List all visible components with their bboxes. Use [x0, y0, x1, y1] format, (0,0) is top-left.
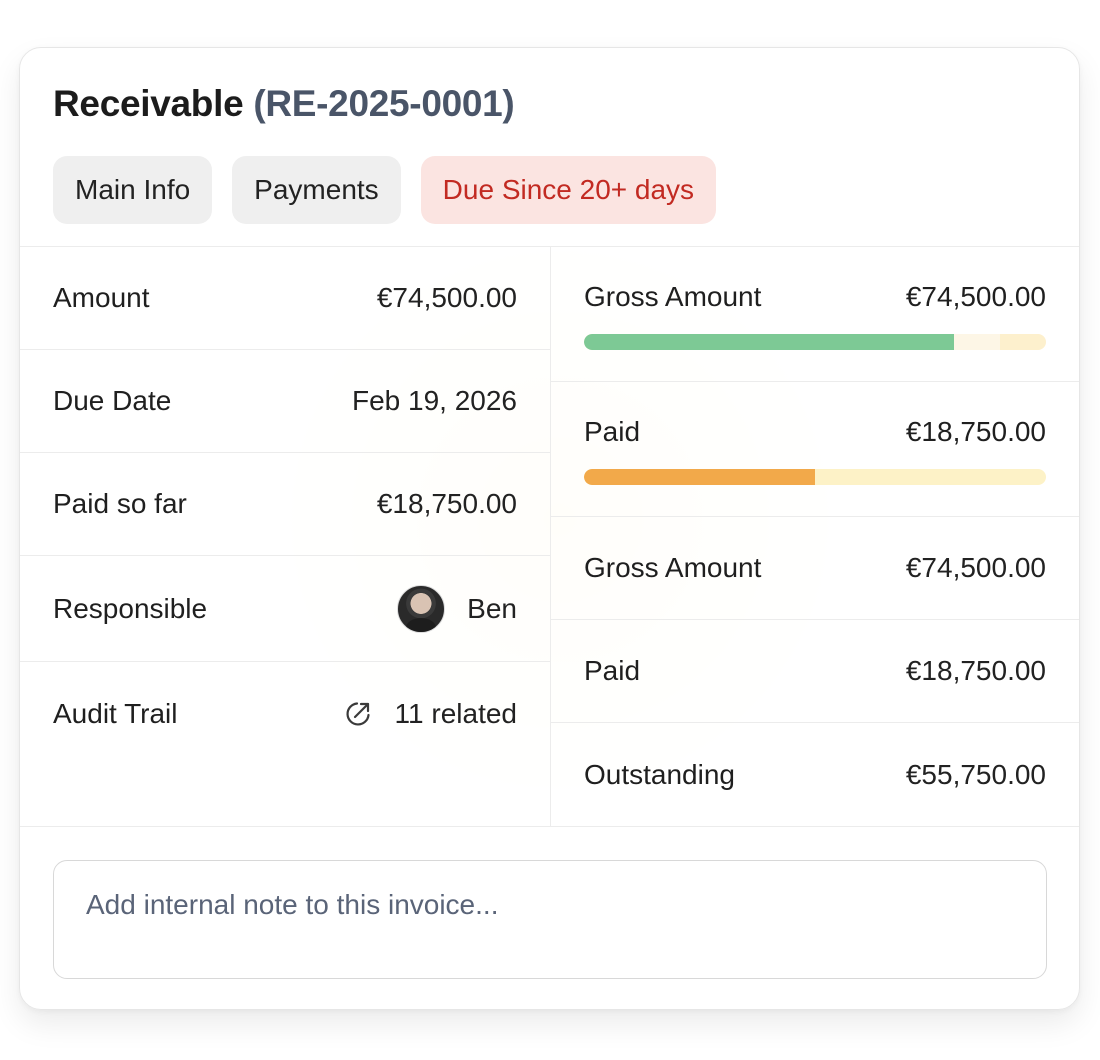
- gross-progress-secondary: [953, 334, 1000, 350]
- gross-amount-value: €74,500.00: [905, 552, 1046, 583]
- paid-value: €18,750.00: [905, 655, 1046, 686]
- paid-so-far-row: Paid so far €18,750.00: [20, 453, 550, 556]
- card-header: Receivable (RE-2025-0001) Main Info Paym…: [20, 48, 1079, 247]
- gross-amount-row: Gross Amount €74,500.00: [551, 517, 1079, 620]
- gross-amount-bar-row: Gross Amount €74,500.00: [551, 247, 1079, 382]
- page-title: Receivable (RE-2025-0001): [53, 82, 1046, 126]
- due-date-label: Due Date: [53, 385, 172, 416]
- summary-column: Gross Amount €74,500.00 Paid €18,750.00: [551, 247, 1079, 826]
- audit-trail-link[interactable]: 11 related: [343, 698, 517, 730]
- gross-amount-label: Gross Amount: [584, 552, 762, 583]
- audit-trail-value: 11 related: [394, 697, 517, 729]
- tab-payments[interactable]: Payments: [232, 156, 401, 224]
- amount-value: €74,500.00: [376, 282, 517, 313]
- due-date-row: Due Date Feb 19, 2026: [20, 350, 550, 453]
- external-link-icon: [345, 701, 370, 726]
- paid-row: Paid €18,750.00: [551, 620, 1079, 723]
- paid-label: Paid: [584, 655, 641, 686]
- gross-progress-fill: [584, 334, 954, 350]
- gross-progress-bar: [584, 334, 1046, 350]
- avatar: [397, 584, 446, 633]
- note-section: [20, 827, 1079, 979]
- paid-so-far-value: €18,750.00: [376, 488, 517, 519]
- title-text: Receivable: [53, 83, 244, 124]
- details-section: Amount €74,500.00 Due Date Feb 19, 2026 …: [20, 247, 1079, 827]
- internal-note-input[interactable]: [53, 860, 1047, 979]
- gross-bar-value: €74,500.00: [905, 281, 1046, 312]
- due-date-value: Feb 19, 2026: [351, 385, 517, 416]
- responsible-row: Responsible Ben: [20, 556, 550, 662]
- paid-so-far-label: Paid so far: [53, 488, 187, 519]
- responsible-name: Ben: [467, 592, 517, 624]
- invoice-reference: (RE-2025-0001): [253, 83, 515, 124]
- page-background: Receivable (RE-2025-0001) Main Info Paym…: [0, 0, 1100, 1060]
- gross-bar-label: Gross Amount: [584, 281, 762, 312]
- details-column: Amount €74,500.00 Due Date Feb 19, 2026 …: [20, 247, 551, 826]
- paid-progress-bar: [584, 469, 1046, 485]
- receivable-card: Receivable (RE-2025-0001) Main Info Paym…: [19, 47, 1080, 1010]
- responsible-label: Responsible: [53, 592, 208, 624]
- paid-bar-label: Paid: [584, 416, 641, 447]
- paid-progress-fill: [584, 469, 815, 485]
- due-status-badge[interactable]: Due Since 20+ days: [420, 156, 717, 224]
- outstanding-label: Outstanding: [584, 758, 735, 790]
- audit-trail-row: Audit Trail 11 related: [20, 662, 550, 765]
- tab-main-info[interactable]: Main Info: [53, 156, 213, 224]
- outstanding-value: €55,750.00: [905, 758, 1046, 790]
- paid-bar-row: Paid €18,750.00: [551, 382, 1079, 517]
- audit-trail-label: Audit Trail: [53, 697, 178, 729]
- paid-bar-value: €18,750.00: [905, 416, 1046, 447]
- responsible-person[interactable]: Ben: [397, 584, 517, 633]
- amount-row: Amount €74,500.00: [20, 247, 550, 350]
- tab-bar: Main Info Payments Due Since 20+ days: [53, 156, 1046, 224]
- outstanding-row: Outstanding €55,750.00: [551, 723, 1079, 826]
- amount-label: Amount: [53, 282, 150, 313]
